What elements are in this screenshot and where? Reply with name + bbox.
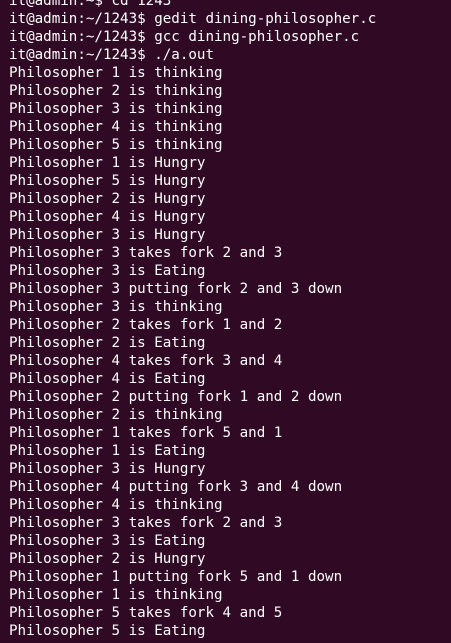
terminal-output-line: Philosopher 2 is thinking xyxy=(9,407,223,423)
terminal-output-line: Philosopher 1 is thinking xyxy=(9,587,223,603)
terminal-output-line: Philosopher 1 is Hungry xyxy=(9,155,206,171)
terminal-output-line: Philosopher 2 is Hungry xyxy=(9,551,206,567)
terminal-window[interactable]: it@admin:~$ cd 1243 it@admin:~/1243$ gedi… xyxy=(0,0,451,643)
terminal-output-line: Philosopher 1 putting fork 5 and 1 down xyxy=(9,569,343,585)
terminal-output-line: Philosopher 5 is thinking xyxy=(9,137,223,153)
terminal-output-line: Philosopher 3 is Hungry xyxy=(9,227,206,243)
terminal-output-line: Philosopher 3 is Hungry xyxy=(9,461,206,477)
terminal-output-line: Philosopher 2 is Eating xyxy=(9,335,206,351)
terminal-output-line: Philosopher 3 is Eating xyxy=(9,263,206,279)
terminal-output-line: Philosopher 2 is Hungry xyxy=(9,191,206,207)
terminal-output-line: Philosopher 1 takes fork 5 and 1 xyxy=(9,425,283,441)
terminal-output: it@admin:~$ cd 1243 it@admin:~/1243$ gedi… xyxy=(9,0,376,640)
terminal-output-line: Philosopher 3 is thinking xyxy=(9,299,223,315)
terminal-command-line: it@admin:~$ cd 1243 xyxy=(9,0,172,9)
terminal-output-line: Philosopher 3 putting fork 2 and 3 down xyxy=(9,281,343,297)
terminal-output-line: Philosopher 3 is thinking xyxy=(9,101,223,117)
terminal-output-line: Philosopher 5 is Hungry xyxy=(9,173,206,189)
terminal-output-line: Philosopher 1 is thinking xyxy=(9,65,223,81)
terminal-output-line: Philosopher 3 takes fork 2 and 3 xyxy=(9,515,283,531)
terminal-output-line: Philosopher 2 is thinking xyxy=(9,83,223,99)
terminal-command-line: it@admin:~/1243$ gedit dining-philosophe… xyxy=(9,11,377,27)
terminal-command-line: it@admin:~/1243$ gcc dining-philosopher.… xyxy=(9,29,360,45)
terminal-output-line: Philosopher 4 is thinking xyxy=(9,497,223,513)
terminal-output-line: Philosopher 4 putting fork 3 and 4 down xyxy=(9,479,343,495)
terminal-output-line: Philosopher 1 is Eating xyxy=(9,443,206,459)
terminal-output-line: Philosopher 5 takes fork 4 and 5 xyxy=(9,605,283,621)
terminal-output-line: Philosopher 4 is Hungry xyxy=(9,209,206,225)
terminal-output-line: Philosopher 2 putting fork 1 and 2 down xyxy=(9,389,343,405)
terminal-output-line: Philosopher 4 is thinking xyxy=(9,119,223,135)
terminal-output-line: Philosopher 3 is Eating xyxy=(9,533,206,549)
terminal-output-line: Philosopher 5 is Eating xyxy=(9,623,206,639)
terminal-output-line: Philosopher 3 takes fork 2 and 3 xyxy=(9,245,283,261)
terminal-output-line: Philosopher 4 is Eating xyxy=(9,371,206,387)
terminal-output-line: Philosopher 4 takes fork 3 and 4 xyxy=(9,353,283,369)
terminal-output-line: Philosopher 2 takes fork 1 and 2 xyxy=(9,317,283,333)
terminal-command-line: it@admin:~/1243$ ./a.out xyxy=(9,47,214,63)
